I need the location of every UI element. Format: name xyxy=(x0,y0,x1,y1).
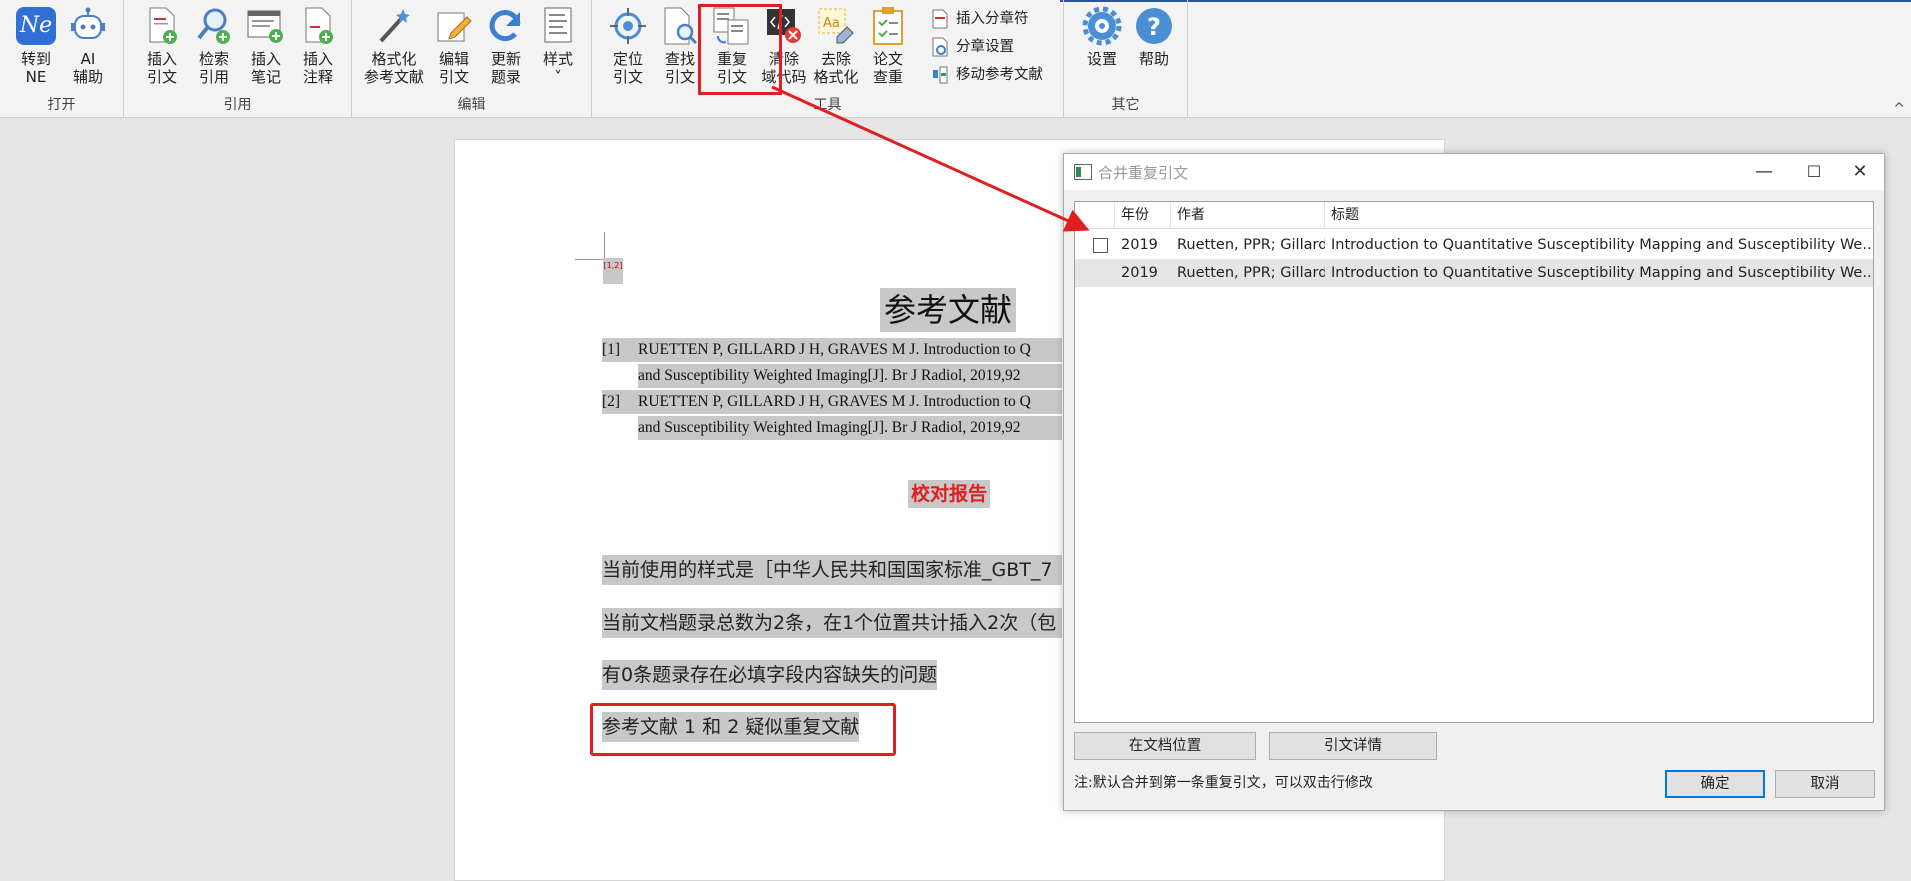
group-label-tools: 工具 xyxy=(813,97,842,113)
reference-1-number: [1] xyxy=(602,341,621,358)
insert-section-break-button[interactable]: 插入分章符 xyxy=(932,6,1029,32)
duplicates-list[interactable]: 年份 作者 标题 2019 Ruetten, PPR; Gillard, J H… xyxy=(1074,201,1874,723)
group-label-other: 其它 xyxy=(1111,97,1140,113)
list-header: 年份 作者 标题 xyxy=(1075,202,1873,229)
insert-cite-button[interactable]: 插入 引文 xyxy=(136,6,188,92)
row-2-year: 2019 xyxy=(1121,265,1158,281)
group-tools: 定位 引文 查找 引文 重复 引文 清除 域代码 Aa 去除 格式化 论文 查重… xyxy=(592,0,1064,118)
report-count-line: 当前文档题录总数为2条，在1个位置共计插入2次（包 xyxy=(602,608,1062,638)
references-heading: 参考文献 xyxy=(880,288,1017,332)
cite-details-button[interactable]: 引文详情 xyxy=(1269,732,1437,760)
dialog-titlebar[interactable]: 合并重复引文 — ☐ ✕ xyxy=(1064,154,1884,190)
target-icon xyxy=(606,6,650,46)
insert-annotation-button[interactable]: 插入 注释 xyxy=(292,6,344,92)
close-button[interactable]: ✕ xyxy=(1840,158,1880,186)
table-row[interactable]: 2019 Ruetten, PPR; Gillard, J H;... Intr… xyxy=(1075,259,1873,287)
update-refs-button[interactable]: 更新 题录 xyxy=(480,6,532,92)
ai-assist-button[interactable]: AI 辅助 xyxy=(62,6,114,92)
annotation-icon xyxy=(296,6,340,46)
proofread-report-title: 校对报告 xyxy=(908,480,991,508)
row-2-author: Ruetten, PPR; Gillard, J H;... xyxy=(1177,265,1325,281)
reference-1-line-1: [1] RUETTEN P, GILLARD J H, GRAVES M J. I… xyxy=(602,338,1062,362)
row-1-title: Introduction to Quantitative Susceptibil… xyxy=(1331,237,1873,253)
duplicate-cite-highlight xyxy=(698,4,782,95)
settings-button[interactable]: 设置 xyxy=(1076,6,1128,92)
section-settings-icon xyxy=(932,37,950,57)
collapse-ribbon-button[interactable]: ^ xyxy=(1893,101,1905,117)
move-references-button[interactable]: 移动参考文献 xyxy=(932,62,1043,88)
row-1-author: Ruetten, PPR; Gillard, J H;... xyxy=(1177,237,1325,253)
svg-text:Aa: Aa xyxy=(823,16,840,31)
ribbon: Ne 转到 NE AI 辅助 打开 插入 引文 检索 引用 插入 笔记 插入 注… xyxy=(0,0,1911,118)
dialog-window-icon xyxy=(1074,164,1092,180)
row-1-checkbox[interactable] xyxy=(1093,238,1108,253)
merge-duplicates-dialog: 合并重复引文 — ☐ ✕ 年份 作者 标题 2019 Ruetten, PPR;… xyxy=(1063,153,1885,811)
clipboard-check-icon xyxy=(866,6,910,46)
report-missing-fields-line: 有0条题录存在必填字段内容缺失的问题 xyxy=(602,660,938,690)
eraser-format-icon: Aa xyxy=(814,6,858,46)
magic-wand-icon xyxy=(372,6,416,46)
header-year[interactable]: 年份 xyxy=(1115,202,1171,229)
style-dropdown-button[interactable]: 样式 ˅ xyxy=(532,6,584,92)
section-break-icon xyxy=(932,9,950,29)
reference-1-line-2: and Susceptibility Weighted Imaging[J]. … xyxy=(638,364,1062,388)
to-ne-button[interactable]: Ne 转到 NE xyxy=(10,6,62,92)
header-title[interactable]: 标题 xyxy=(1325,202,1873,229)
row-2-title: Introduction to Quantitative Susceptibil… xyxy=(1331,265,1873,281)
refresh-icon xyxy=(484,6,528,46)
reference-2-number: [2] xyxy=(602,393,621,410)
style-document-icon xyxy=(536,6,580,46)
dialog-title: 合并重复引文 xyxy=(1098,164,1189,182)
unformat-button[interactable]: Aa 去除 格式化 xyxy=(810,6,862,92)
search-citation-icon xyxy=(192,6,236,46)
locate-cite-button[interactable]: 定位 引文 xyxy=(602,6,654,92)
margin-corner-mark xyxy=(575,232,605,260)
reference-2-line-1: [2] RUETTEN P, GILLARD J H, GRAVES M J. I… xyxy=(602,390,1062,414)
section-settings-button[interactable]: 分章设置 xyxy=(932,34,1014,60)
insert-note-button[interactable]: 插入 笔记 xyxy=(240,6,292,92)
group-other: 设置 ? 帮助 其它 xyxy=(1064,0,1188,118)
insert-citation-icon xyxy=(140,6,184,46)
group-label-open: 打开 xyxy=(47,97,76,113)
find-document-icon xyxy=(658,6,702,46)
report-style-line: 当前使用的样式是［中华人民共和国国家标准_GBT_7 xyxy=(602,555,1062,585)
citation-field-mark[interactable]: [1,2] xyxy=(603,258,623,284)
gear-icon xyxy=(1080,6,1124,46)
format-references-button[interactable]: 格式化 参考文献 xyxy=(362,6,426,92)
noteexpress-logo-icon: Ne xyxy=(14,6,58,46)
table-row[interactable]: 2019 Ruetten, PPR; Gillard, J H;... Intr… xyxy=(1075,231,1873,259)
search-cite-button[interactable]: 检索 引用 xyxy=(188,6,240,92)
cancel-button[interactable]: 取消 xyxy=(1775,770,1875,798)
header-author[interactable]: 作者 xyxy=(1171,202,1325,229)
group-edit: 格式化 参考文献 编辑 引文 更新 题录 样式 ˅ 编辑 xyxy=(352,0,592,118)
maximize-button[interactable]: ☐ xyxy=(1794,158,1834,186)
move-references-icon xyxy=(932,65,950,85)
group-open: Ne 转到 NE AI 辅助 打开 xyxy=(0,0,124,118)
edit-cite-button[interactable]: 编辑 引文 xyxy=(428,6,480,92)
duplicate-line-highlight xyxy=(590,703,896,756)
row-1-year: 2019 xyxy=(1121,237,1158,253)
group-label-edit: 编辑 xyxy=(457,97,486,113)
reference-2-line-2: and Susceptibility Weighted Imaging[J]. … xyxy=(638,416,1062,440)
ok-button[interactable]: 确定 xyxy=(1665,770,1765,798)
robot-icon xyxy=(66,6,110,46)
merge-note: 注:默认合并到第一条重复引文，可以双击行修改 xyxy=(1074,775,1373,791)
help-question-icon: ? xyxy=(1132,6,1176,46)
minimize-button[interactable]: — xyxy=(1744,158,1784,186)
group-label-cite: 引用 xyxy=(223,97,252,113)
header-checkbox-column xyxy=(1075,202,1115,229)
note-icon xyxy=(244,6,288,46)
tools-small-buttons: 插入分章符 分章设置 移动参考文献 xyxy=(932,6,1062,96)
group-cite: 插入 引文 检索 引用 插入 笔记 插入 注释 引用 xyxy=(124,0,352,118)
svg-text:?: ? xyxy=(1147,13,1161,41)
doc-position-button[interactable]: 在文档位置 xyxy=(1074,732,1256,760)
edit-pencil-icon xyxy=(432,6,476,46)
help-button[interactable]: ? 帮助 xyxy=(1128,6,1180,92)
plagiarism-check-button[interactable]: 论文 查重 xyxy=(862,6,914,92)
